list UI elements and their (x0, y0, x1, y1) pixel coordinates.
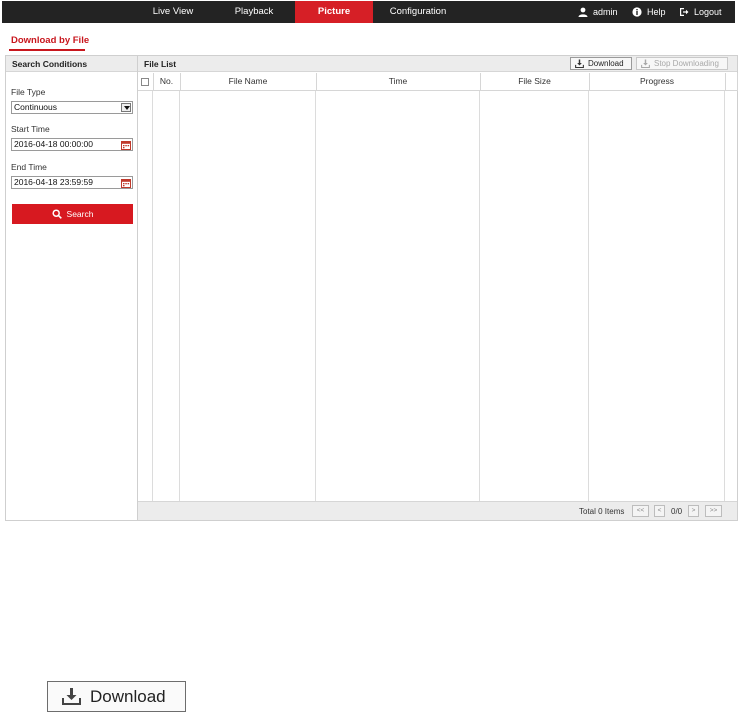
download-icon (575, 59, 584, 68)
start-time-label: Start Time (11, 124, 50, 134)
total-items-label: Total 0 Items (579, 507, 625, 516)
download-icon (62, 688, 81, 705)
table-footer: Total 0 Items << < 0/0 > >> (138, 501, 737, 520)
column-body-time (316, 91, 480, 501)
file-table: No. File Name Time File Size Progress (138, 73, 738, 91)
select-all-checkbox[interactable] (141, 78, 150, 86)
dropdown-arrow-icon[interactable] (121, 103, 131, 112)
page-title-underline (9, 49, 85, 51)
last-page-button[interactable]: >> (705, 505, 722, 517)
column-body-file-size (480, 91, 589, 501)
next-page-button[interactable]: > (688, 505, 699, 517)
page-title[interactable]: Download by File (11, 35, 89, 46)
help-label: Help (647, 7, 666, 17)
stop-downloading-button[interactable]: Stop Downloading (636, 57, 728, 70)
calendar-icon[interactable] (121, 140, 131, 150)
start-time-value: 2016-04-18 00:00:00 (14, 139, 93, 149)
file-type-label: File Type (11, 87, 46, 97)
top-nav-bar: Live View Playback Picture Configuration… (2, 1, 735, 23)
tab-live-view[interactable]: Live View (138, 1, 208, 23)
search-button-label: Search (66, 209, 94, 219)
search-conditions-header: Search Conditions (6, 56, 137, 72)
help-link[interactable]: Help (632, 1, 666, 23)
column-header-spacer (725, 73, 738, 91)
column-header-progress: Progress (589, 73, 726, 91)
calendar-icon[interactable] (121, 178, 131, 188)
search-conditions-panel: Search Conditions File Type Continuous S… (6, 56, 138, 520)
search-icon (51, 209, 62, 219)
enlarged-download-button[interactable]: Download (47, 681, 186, 712)
column-body-checkbox (138, 91, 153, 501)
download-button[interactable]: Download (570, 57, 632, 70)
file-list-panel: File List Download Stop Downloading No. (138, 56, 738, 520)
column-body-no (153, 91, 180, 501)
info-icon (632, 7, 642, 17)
column-header-file-name: File Name (180, 73, 317, 91)
start-time-input[interactable]: 2016-04-18 00:00:00 (11, 138, 133, 151)
end-time-value: 2016-04-18 23:59:59 (14, 177, 93, 187)
search-button[interactable]: Search (12, 204, 133, 224)
end-time-input[interactable]: 2016-04-18 23:59:59 (11, 176, 133, 189)
table-header-row: No. File Name Time File Size Progress (138, 73, 738, 91)
stop-downloading-label: Stop Downloading (654, 59, 719, 68)
page-indicator: 0/0 (671, 507, 683, 516)
enlarged-download-label: Download (90, 686, 166, 706)
column-body-progress (589, 91, 725, 501)
stop-download-icon (641, 59, 650, 68)
tab-picture[interactable]: Picture (295, 1, 373, 23)
select-all-cell[interactable] (138, 73, 154, 91)
column-header-no: No. (153, 73, 181, 91)
logout-label: Logout (694, 7, 722, 17)
user-menu[interactable]: admin (578, 1, 618, 23)
tab-configuration[interactable]: Configuration (380, 1, 456, 23)
end-time-label: End Time (11, 162, 47, 172)
file-type-value: Continuous (14, 102, 58, 112)
download-button-label: Download (588, 59, 624, 68)
tab-playback[interactable]: Playback (216, 1, 292, 23)
column-body-file-name (180, 91, 316, 501)
column-header-file-size: File Size (480, 73, 590, 91)
main-frame: Search Conditions File Type Continuous S… (5, 55, 738, 521)
username-label: admin (593, 7, 618, 17)
file-type-select[interactable]: Continuous (11, 101, 133, 114)
column-header-time: Time (316, 73, 481, 91)
user-icon (578, 7, 588, 17)
first-page-button[interactable]: << (632, 505, 649, 517)
prev-page-button[interactable]: < (654, 505, 665, 517)
logout-link[interactable]: Logout (679, 1, 722, 23)
logout-icon (680, 8, 689, 16)
